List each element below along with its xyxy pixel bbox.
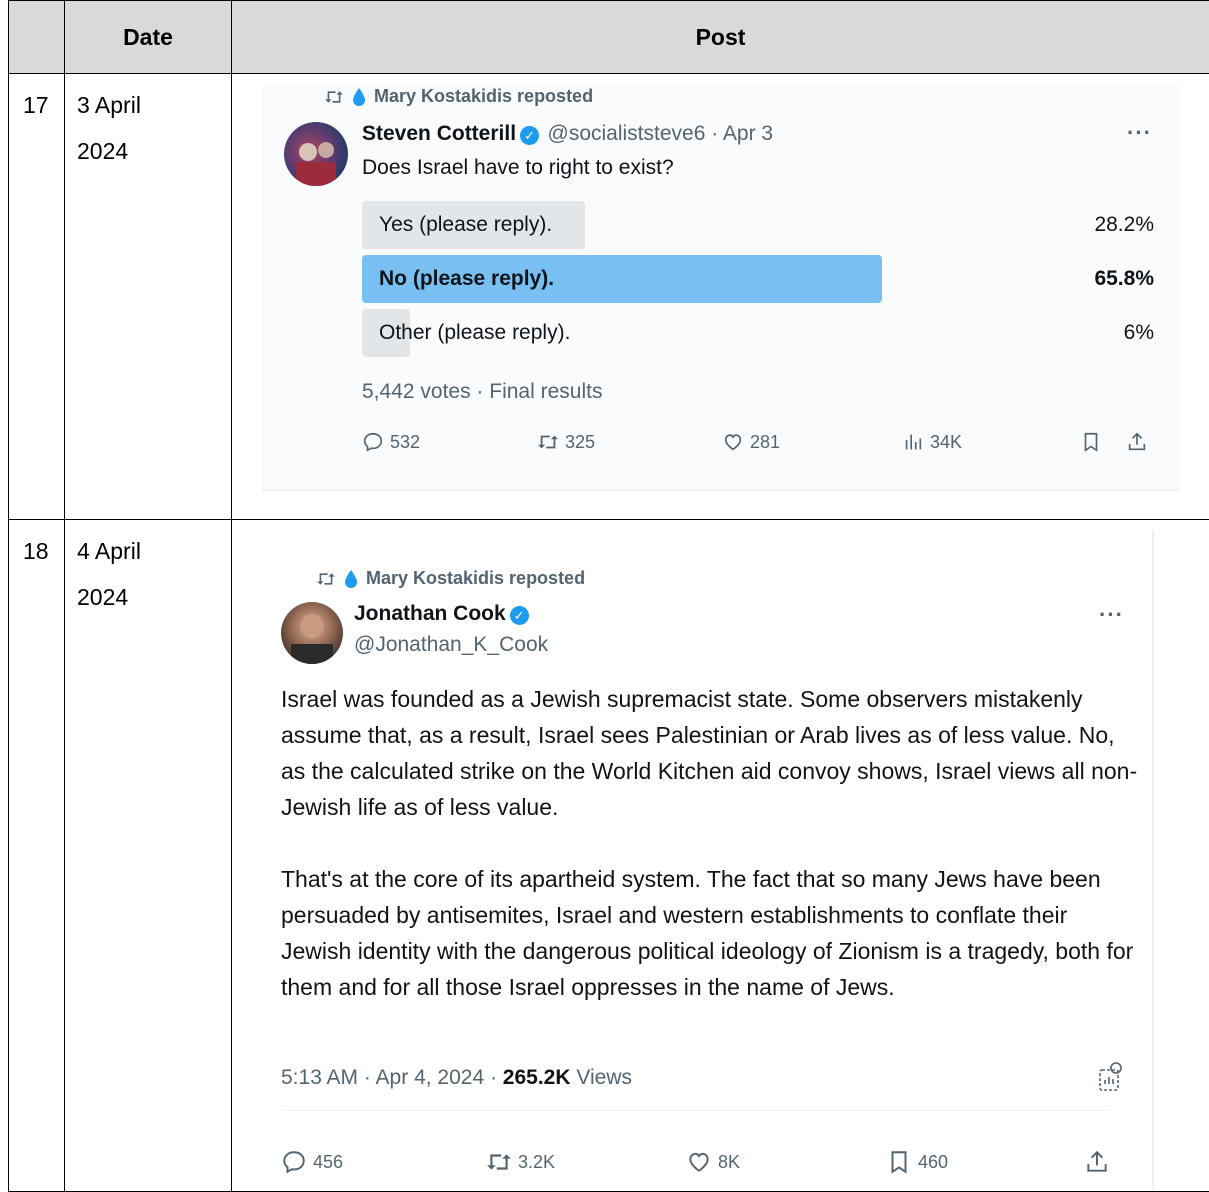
header-post: Post [232, 1, 1209, 74]
repost-icon [316, 571, 336, 587]
bookmark-icon [886, 1149, 912, 1175]
author-handle[interactable]: @Jonathan_K_Cook [354, 633, 548, 657]
avatar-image-icon [284, 122, 348, 186]
reply-count: 456 [313, 1152, 343, 1173]
heart-icon [686, 1149, 712, 1175]
droplet-icon [344, 570, 358, 588]
reply-icon [281, 1149, 307, 1175]
author-handle[interactable]: @socialiststeve6 · Apr 3 [548, 122, 774, 145]
bookmark-button[interactable] [1080, 431, 1102, 453]
bookmark-count: 460 [918, 1152, 948, 1173]
share-button[interactable] [1126, 431, 1148, 453]
timestamp-text: 5:13 AM · Apr 4, 2024 · [281, 1066, 503, 1089]
analytics-icon[interactable] [1098, 1062, 1124, 1097]
more-options-icon[interactable]: ··· [1099, 602, 1124, 628]
repost-icon [324, 89, 344, 105]
table-row: 17 3 April 2024 Mary Kostakidis reposted… [9, 74, 1209, 520]
poll-meta: 5,442 votes · Final results [362, 380, 602, 404]
repost-indicator: Mary Kostakidis reposted [316, 568, 585, 589]
table-row: 18 4 April 2024 Mary Kostakidis reposted… [9, 520, 1209, 1192]
heart-icon [722, 431, 744, 453]
verified-badge-icon: ✓ [510, 606, 529, 625]
repost-count: 3.2K [518, 1152, 555, 1173]
post-cell: Mary Kostakidis reposted Jonathan Cook✓ … [232, 520, 1209, 1192]
views-button[interactable]: 34K [902, 431, 962, 453]
poll-option-percent: 65.8% [1094, 267, 1154, 291]
author-name[interactable]: Jonathan Cook [354, 602, 506, 625]
share-button[interactable] [1084, 1149, 1110, 1175]
date-text: 3 April 2024 [77, 82, 167, 174]
tweet-text: Does Israel have to right to exist? [362, 156, 674, 180]
tweet-card[interactable]: Mary Kostakidis reposted Steven Cotteril… [262, 84, 1180, 491]
views-count: 265.2K [503, 1066, 571, 1089]
share-icon [1084, 1149, 1110, 1175]
tweet-header: Jonathan Cook✓ [354, 602, 533, 626]
poll-option-percent: 6% [1124, 321, 1154, 345]
avatar[interactable] [284, 122, 348, 186]
row-date: 4 April 2024 [65, 520, 232, 1192]
tweet-card[interactable]: Mary Kostakidis reposted Jonathan Cook✓ … [266, 530, 1154, 1190]
repost-label: Mary Kostakidis reposted [366, 568, 585, 589]
author-name[interactable]: Steven Cotterill [362, 122, 516, 145]
repost-count: 325 [565, 432, 595, 453]
divider [281, 1110, 1111, 1111]
tweet-paragraph: Israel was founded as a Jewish supremaci… [281, 681, 1141, 825]
poll-option-percent: 28.2% [1094, 213, 1154, 237]
repost-icon [486, 1149, 512, 1175]
like-button[interactable]: 281 [722, 431, 780, 453]
repost-indicator: Mary Kostakidis reposted [324, 86, 593, 107]
tweet-paragraph: That's at the core of its apartheid syst… [281, 861, 1141, 1005]
header-number [9, 1, 65, 74]
bookmark-button[interactable]: 460 [886, 1149, 948, 1175]
tweet-body: Israel was founded as a Jewish supremaci… [281, 681, 1141, 1005]
views-icon [902, 431, 924, 453]
like-button[interactable]: 8K [686, 1149, 740, 1175]
avatar[interactable] [281, 602, 343, 664]
reply-button[interactable]: 456 [281, 1149, 343, 1175]
table-header-row: Date Post [9, 1, 1209, 74]
repost-icon [537, 431, 559, 453]
reply-icon [362, 431, 384, 453]
row-date: 3 April 2024 [65, 74, 232, 520]
like-count: 8K [718, 1152, 740, 1173]
date-text: 4 April 2024 [77, 528, 167, 620]
reply-button[interactable]: 532 [362, 431, 420, 453]
poll-option-other: Other (please reply). 6% [362, 309, 1154, 357]
tweet-header: Steven Cotterill✓ @socialiststeve6 · Apr… [362, 122, 773, 146]
poll-option-label: Other (please reply). [379, 321, 570, 345]
poll-option-label: No (please reply). [379, 267, 554, 291]
tweet-timestamp: 5:13 AM · Apr 4, 2024 · 265.2K Views [281, 1066, 632, 1090]
repost-button[interactable]: 325 [537, 431, 595, 453]
header-date: Date [65, 1, 232, 74]
views-count: 34K [930, 432, 962, 453]
droplet-icon [352, 88, 366, 106]
avatar-image-icon [281, 602, 343, 664]
reply-count: 532 [390, 432, 420, 453]
row-number: 18 [9, 520, 65, 1192]
verified-badge-icon: ✓ [520, 126, 539, 145]
post-cell: Mary Kostakidis reposted Steven Cotteril… [232, 74, 1209, 520]
like-count: 281 [750, 432, 780, 453]
poll-option-label: Yes (please reply). [379, 213, 552, 237]
repost-label: Mary Kostakidis reposted [374, 86, 593, 107]
document-table: Date Post 17 3 April 2024 Mary Kostakidi… [8, 0, 1209, 1192]
more-options-icon[interactable]: ··· [1127, 120, 1152, 146]
row-number: 17 [9, 74, 65, 520]
repost-button[interactable]: 3.2K [486, 1149, 555, 1175]
bookmark-icon [1080, 431, 1102, 453]
views-label: Views [571, 1066, 632, 1089]
share-icon [1126, 431, 1148, 453]
poll-option-no: No (please reply). 65.8% [362, 255, 1154, 303]
poll-option-yes: Yes (please reply). 28.2% [362, 201, 1154, 249]
